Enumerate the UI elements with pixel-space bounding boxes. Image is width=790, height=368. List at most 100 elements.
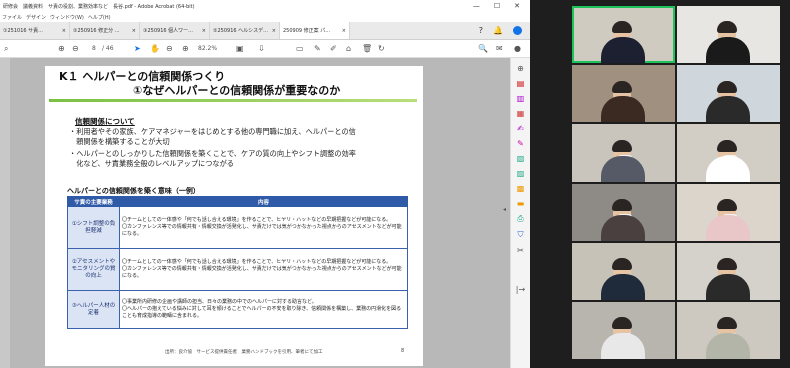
scroll-mode-icon[interactable]: ⇩ — [258, 44, 265, 53]
menu-help[interactable]: ヘルプ(H) — [88, 14, 111, 21]
bullet-line: 化など、サ責業務全般のレベルアップにつながる — [69, 159, 234, 168]
close-icon[interactable]: × — [132, 28, 136, 34]
compress-icon[interactable]: ▨ — [517, 169, 525, 178]
fit-page-icon[interactable]: ▣ — [236, 44, 244, 53]
zoom-in-icon[interactable]: ⊕ — [182, 44, 189, 53]
participant-hair — [717, 139, 738, 152]
comment-icon[interactable]: ▭ — [296, 44, 304, 53]
participant-video-tile[interactable] — [677, 6, 780, 64]
participant-hair — [612, 80, 633, 93]
title-bar: 研修会 議義資料 サ責の役割、業務効率など 長谷.pdf - Adobe Acr… — [0, 0, 530, 12]
participant-hair — [717, 80, 738, 93]
close-button[interactable]: ✕ — [514, 2, 520, 10]
close-icon[interactable]: × — [62, 28, 66, 34]
document-area: K１ ヘルパーとの信頼関係つくり ①なぜヘルパーとの信頼関係が重要なのか 信頼関… — [0, 58, 530, 368]
page-number-input[interactable]: 8 — [92, 45, 96, 52]
task-cell: ③ヘルパー人材の定着 — [67, 290, 120, 329]
participant-body — [600, 155, 645, 182]
participant-video-tile[interactable] — [677, 301, 780, 359]
page-down-icon[interactable]: ⊖ — [72, 44, 79, 53]
participant-video-tile[interactable] — [677, 183, 780, 241]
print-icon[interactable]: ⎙ — [517, 214, 523, 224]
participant-video-tile[interactable] — [572, 65, 675, 123]
edit-pdf-icon[interactable]: ▥ — [517, 94, 525, 103]
pen-icon[interactable]: ✎ — [314, 44, 321, 53]
participant-video-tile[interactable] — [572, 124, 675, 182]
left-pane — [0, 58, 10, 368]
bullet-line: ・利用者やその家族、ケアマネジャーをはじめとする他の専門職に加え、ヘルパーとの信 — [69, 127, 356, 136]
toolbar: ⌕ ⊕ ⊖ 8 / 46 ➤ ✋ ⊖ ⊕ 82.2% ▣ ⇩ ▭ ✎ ✐ ⌂ 🗑… — [0, 40, 530, 58]
delete-icon[interactable]: 🗑 — [362, 44, 372, 53]
user-icon[interactable]: ● — [514, 44, 521, 53]
mail-icon[interactable]: ✉ — [496, 44, 503, 53]
combine-icon[interactable]: ▧ — [517, 154, 525, 163]
participant-video-tile[interactable] — [572, 242, 675, 300]
bullet-line: ・ヘルパーとのしっかりした信頼関係を築くことで、ケアの質の向上やシフト調整の効率 — [69, 149, 356, 158]
tab-4[interactable]: ②250916 ヘルシスデ... × — [210, 22, 280, 39]
participant-video-tile[interactable] — [677, 242, 780, 300]
stamp-icon[interactable]: ⌂ — [346, 44, 351, 53]
search-icon[interactable]: ⌕ — [4, 44, 8, 54]
close-icon[interactable]: × — [272, 28, 276, 34]
expand-pane-icon[interactable]: ◂ — [503, 206, 506, 213]
page-total: / 46 — [102, 45, 114, 52]
message-icon[interactable]: ▬ — [517, 199, 525, 208]
scan-icon[interactable]: ▩ — [517, 184, 525, 193]
footer-source: 出所：良介協 サービス提供責任者 業務ハンドブックを引用、筆者にて加工 — [165, 350, 323, 355]
participant-body — [705, 214, 750, 241]
participant-video-tile[interactable] — [572, 183, 675, 241]
participant-hair — [612, 139, 633, 152]
minimize-button[interactable]: — — [473, 2, 480, 10]
tab-1[interactable]: ①251016 サ責... × — [0, 22, 70, 39]
fill-sign-icon[interactable]: ✍ — [517, 124, 524, 133]
close-icon[interactable]: × — [202, 28, 206, 34]
participant-hair — [717, 21, 738, 34]
account-icon[interactable] — [513, 26, 522, 35]
menu-design[interactable]: デザイン — [26, 14, 46, 21]
zoom-select[interactable]: 82.2% — [198, 45, 217, 52]
menu-window[interactable]: ウィンドウ(W) — [50, 14, 84, 21]
document-tabs: ①251016 サ責... × ②250916 修正分 ... × ③250916 … — [0, 22, 530, 40]
page-up-icon[interactable]: ⊕ — [58, 44, 65, 53]
bell-icon[interactable]: 🔔 — [493, 26, 503, 35]
content-cell: 〇チームとしての一体感や「何でも話し合える環境」を作ることで、ヒヤリ・ハットなど… — [119, 206, 408, 249]
participant-video-tile[interactable] — [677, 65, 780, 123]
participant-body — [705, 96, 750, 123]
table-row: ①シフト調整の負担軽減 〇チームとしての一体感や「何でも話し合える環境」を作るこ… — [67, 206, 408, 249]
menu-bar: ファイル デザイン ウィンドウ(W) ヘルプ(H) — [0, 12, 530, 22]
export-pdf-icon[interactable]: ▤ — [517, 79, 525, 88]
select-cursor-icon[interactable]: ➤ — [134, 44, 141, 53]
highlight-icon[interactable]: ✐ — [330, 44, 337, 53]
protect-icon[interactable]: ⛉ — [518, 230, 524, 240]
participant-video-tile[interactable] — [677, 124, 780, 182]
organize-icon[interactable]: ▦ — [517, 109, 525, 118]
close-icon[interactable]: × — [342, 28, 346, 34]
participant-body — [600, 96, 645, 123]
participant-hair — [612, 21, 633, 34]
menu-file[interactable]: ファイル — [2, 14, 22, 21]
participant-video-tile[interactable] — [572, 6, 675, 64]
tab-label: ①251016 サ責... — [3, 28, 43, 34]
tab-2[interactable]: ②250916 修正分 ... × — [70, 22, 140, 39]
participant-video-tile[interactable] — [572, 301, 675, 359]
rotate-icon[interactable]: ↻ — [378, 44, 385, 53]
participant-hair — [612, 198, 633, 211]
maximize-button[interactable]: ☐ — [494, 2, 500, 10]
tab-5[interactable]: 250909 修正案 パ... × — [280, 22, 350, 39]
zoom-tool-icon[interactable]: 🔍 — [478, 44, 488, 53]
right-tool-pane: ⊕ ▤ ▥ ▦ ✍ ✎ ▧ ▨ ▩ ▬ ⎙ ⛉ ✂ |→ — [510, 58, 530, 368]
task-cell: ②アセスメントやモニタリングの質の向上 — [67, 248, 120, 291]
help-icon[interactable]: ? — [479, 26, 483, 35]
tab-3[interactable]: ③250916 個人ワー... × — [140, 22, 210, 39]
table-row: ②アセスメントやモニタリングの質の向上 〇チームとしての一体感や「何でも話し合え… — [67, 248, 408, 291]
pdf-page: K１ ヘルパーとの信頼関係つくり ①なぜヘルパーとの信頼関係が重要なのか 信頼関… — [45, 66, 423, 366]
hand-tool-icon[interactable]: ✋ — [150, 44, 160, 53]
participant-body — [705, 273, 750, 300]
comment-icon[interactable]: ✎ — [517, 139, 524, 148]
participant-body — [705, 155, 750, 182]
tools-icon[interactable]: ✂ — [517, 246, 524, 255]
zoom-icon[interactable]: ⊕ — [517, 64, 524, 73]
zoom-out-icon[interactable]: ⊖ — [166, 44, 173, 53]
participant-hair — [717, 198, 738, 211]
collapse-pane-icon[interactable]: |→ — [516, 285, 525, 294]
